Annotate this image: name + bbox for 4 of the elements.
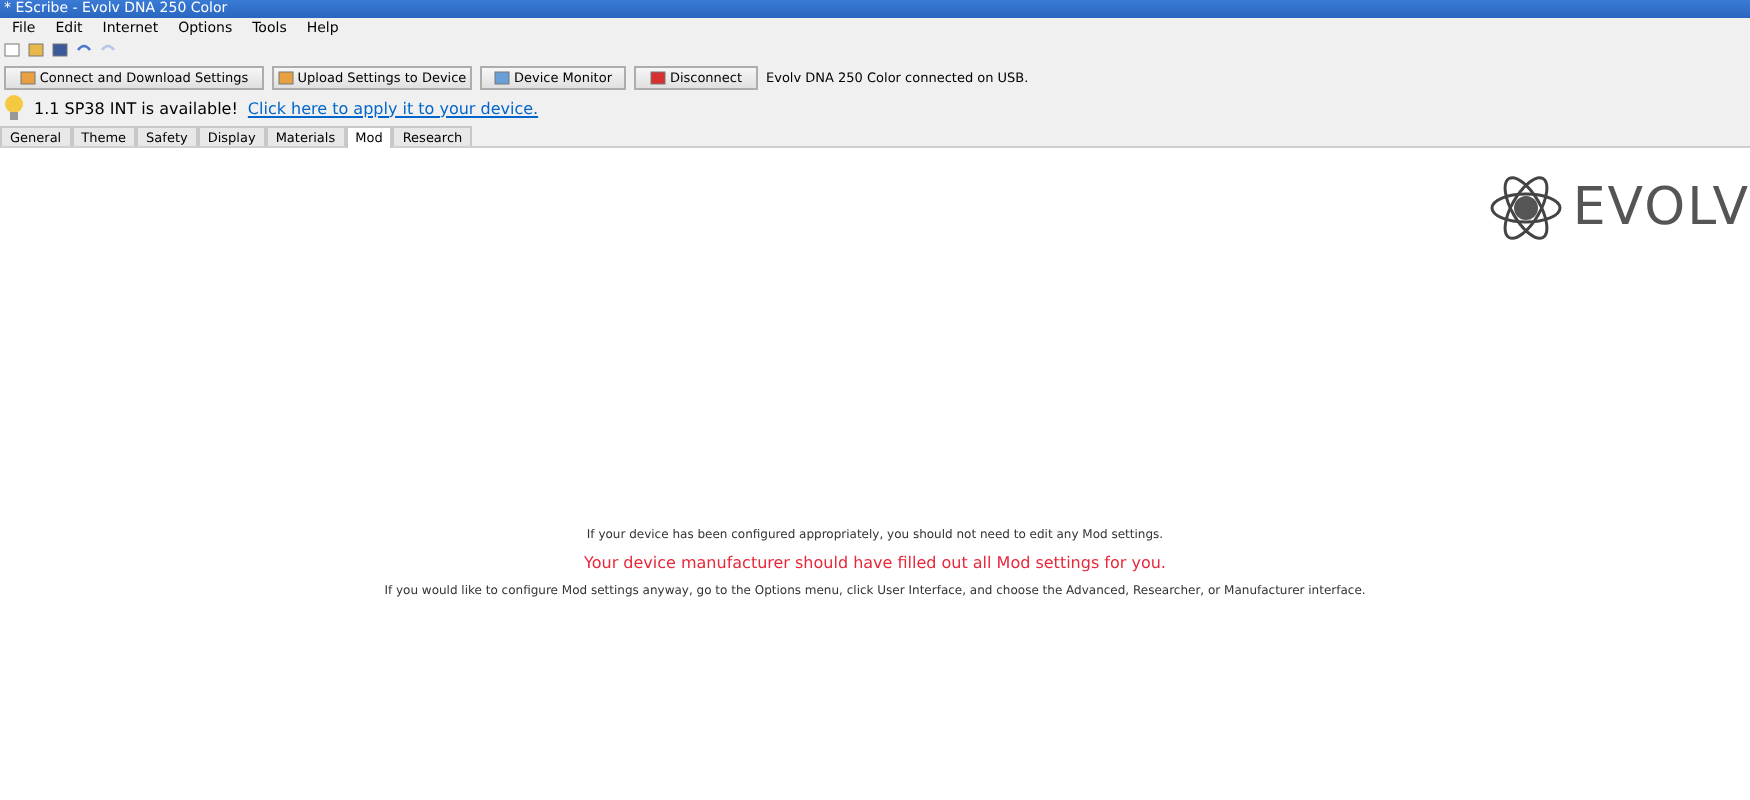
apply-update-link[interactable]: Click here to apply it to your device. <box>247 99 539 117</box>
warning-text: Your device manufacturer should have filled out all Mod settings for you. <box>584 554 1166 572</box>
logo-text: EVOLV <box>1572 178 1750 238</box>
update-text: 1.1 SP38 INT is available! <box>34 99 238 117</box>
